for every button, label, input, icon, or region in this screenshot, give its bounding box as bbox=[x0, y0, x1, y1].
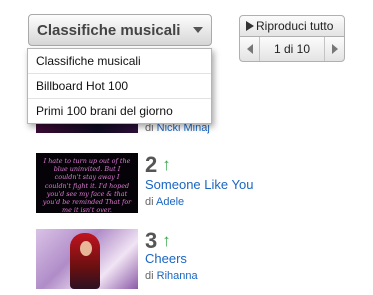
entry-3-artist-link[interactable]: Rihanna bbox=[157, 270, 198, 282]
menu-item-billboard-hot-100[interactable]: Billboard Hot 100 bbox=[28, 74, 211, 99]
chart-select-menu: Classifiche musicali Billboard Hot 100 P… bbox=[27, 48, 212, 124]
entry-3-artist-face bbox=[80, 241, 92, 256]
menu-item-primi-100-brani[interactable]: Primi 100 brani del giorno bbox=[28, 99, 211, 124]
entry-3-byline: di Rihanna bbox=[145, 270, 198, 282]
entry-2-rank: 2 ↑ bbox=[145, 152, 171, 178]
next-page-button[interactable] bbox=[324, 37, 344, 61]
by-label: di bbox=[145, 196, 154, 208]
entry-2-artist-link[interactable]: Adele bbox=[156, 196, 184, 208]
chart-select-label: Classifiche musicali bbox=[37, 21, 181, 39]
play-all-label: Riproduci tutto bbox=[256, 19, 334, 33]
play-all-button[interactable]: Riproduci tutto bbox=[239, 15, 345, 37]
play-icon bbox=[246, 21, 254, 31]
previous-page-button[interactable] bbox=[240, 37, 260, 61]
entry-2-thumbnail[interactable]: I hate to turn up out of the blue uninvi… bbox=[36, 153, 138, 213]
entry-2-rank-number: 2 bbox=[145, 152, 158, 177]
entry-2-thumbnail-lyrics: I hate to turn up out of the blue uninvi… bbox=[42, 157, 132, 213]
chevron-left-icon bbox=[246, 44, 253, 54]
trend-up-icon: ↑ bbox=[162, 155, 171, 174]
by-label: di bbox=[145, 270, 154, 282]
entry-2-byline: di Adele bbox=[145, 196, 184, 208]
page-indicator: 1 di 10 bbox=[273, 42, 311, 56]
entry-3-title-link[interactable]: Cheers bbox=[145, 251, 187, 266]
menu-item-classifiche-musicali[interactable]: Classifiche musicali bbox=[28, 49, 211, 74]
entry-3-thumbnail[interactable] bbox=[36, 229, 138, 289]
entry-2-title-link[interactable]: Someone Like You bbox=[145, 177, 253, 192]
chart-select-dropdown[interactable]: Classifiche musicali bbox=[28, 14, 212, 46]
pager: 1 di 10 bbox=[239, 36, 345, 62]
trend-up-icon: ↑ bbox=[162, 231, 171, 250]
chevron-down-icon bbox=[193, 27, 203, 33]
chevron-right-icon bbox=[331, 44, 338, 54]
